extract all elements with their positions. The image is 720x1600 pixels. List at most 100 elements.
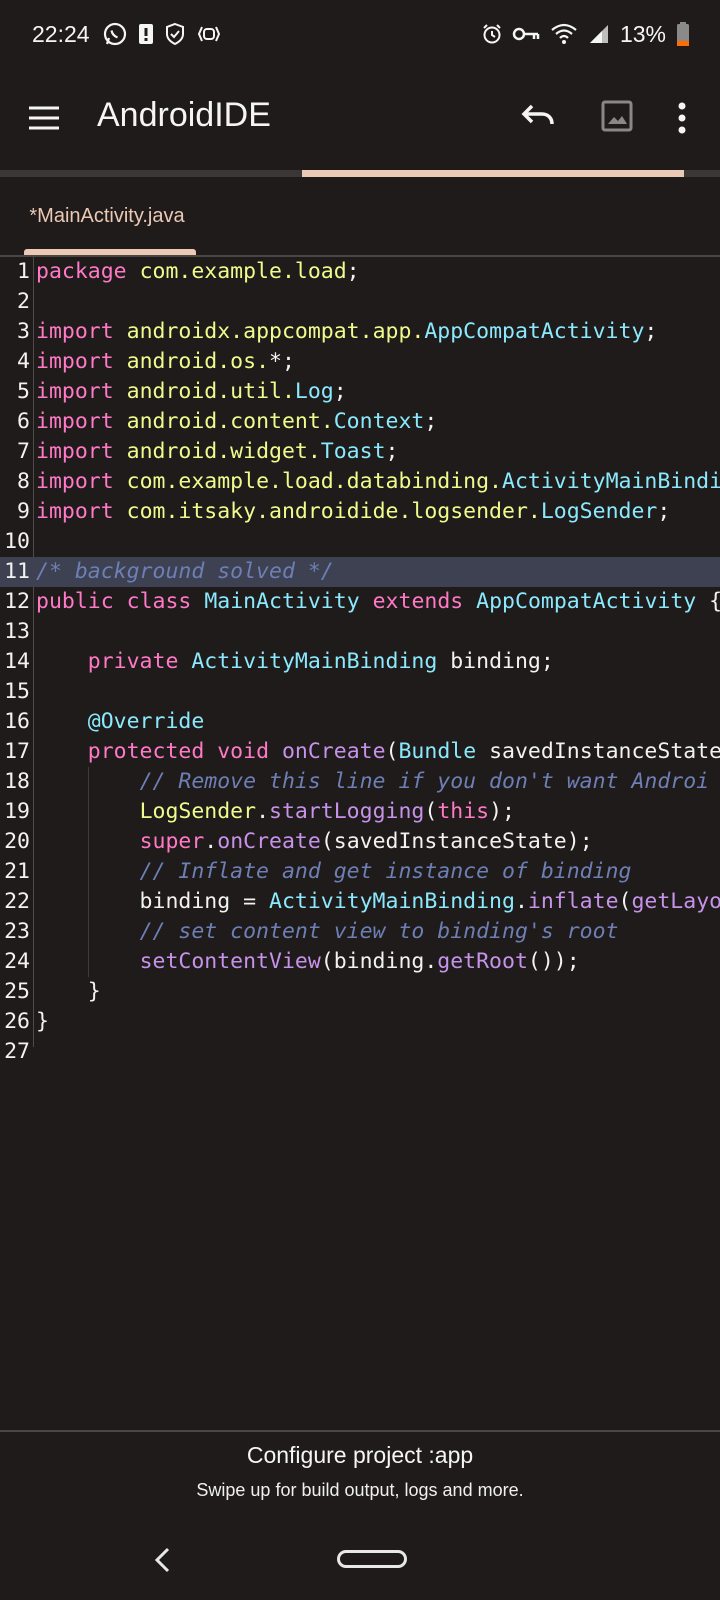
code-token: getLayo [631, 889, 720, 914]
code-text: import android.content.Context; [36, 407, 437, 437]
code-line[interactable]: 3 import androidx.appcompat.app.AppCompat… [0, 317, 720, 347]
home-button[interactable] [337, 1550, 407, 1568]
code-token: extends [372, 589, 464, 614]
code-line[interactable]: 9 import com.itsaky.androidide.logsender.… [0, 497, 720, 527]
code-line[interactable]: 21 // Inflate and get instance of bindin… [0, 857, 720, 887]
code-line[interactable]: 13 [0, 617, 720, 647]
line-number: 24 [4, 949, 30, 974]
line-number: 23 [4, 919, 30, 944]
signal-icon [588, 23, 610, 45]
code-text: } [36, 1007, 49, 1037]
more-vert-icon [678, 102, 686, 134]
battery-percent: 13% [619, 20, 666, 47]
code-text: import android.os.*; [36, 347, 295, 377]
code-line[interactable]: 4 import android.os.*; [0, 347, 720, 377]
build-status-text: Configure project :app [246, 1442, 474, 1468]
line-number: 10 [4, 529, 30, 554]
undo-icon [521, 104, 554, 125]
more-options-button[interactable] [668, 98, 696, 138]
vpn-key-icon [512, 25, 540, 43]
indent-guide [88, 767, 89, 977]
code-text: import com.itsaky.androidide.logsender.L… [36, 497, 670, 527]
line-number: 19 [4, 799, 30, 824]
code-line[interactable]: 25 } [0, 977, 720, 1007]
code-line[interactable]: 7 import android.widget.Toast; [0, 437, 720, 467]
code-line[interactable]: 5 import android.util.Log; [0, 377, 720, 407]
code-token: ( [385, 739, 399, 764]
code-token: import [36, 349, 114, 374]
line-number: 9 [17, 499, 30, 524]
code-editor[interactable]: 1 package com.example.load; 2 3 import andro… [0, 257, 720, 1427]
code-line[interactable]: 26} [0, 1007, 720, 1037]
line-number: 21 [4, 859, 30, 884]
code-token: class [126, 589, 192, 614]
code-line[interactable]: 18 // Remove this line if you don't want… [0, 767, 720, 797]
code-line[interactable]: 27 [0, 1037, 720, 1067]
code-line[interactable]: 19 LogSender.startLogging(this); [0, 797, 720, 827]
code-token: /* background solved */ [36, 559, 334, 584]
code-line[interactable]: 14 private ActivityMainBinding binding; [0, 647, 720, 677]
build-progress-bar [0, 170, 720, 177]
tab-mainactivity[interactable]: *MainActivity.java [18, 177, 196, 255]
line-number: 3 [17, 319, 30, 344]
line-number: 8 [17, 469, 30, 494]
code-line[interactable]: 10 [0, 527, 720, 557]
back-button[interactable] [150, 1545, 174, 1575]
code-text: protected void onCreate(Bundle savedInst… [36, 737, 720, 767]
code-token: import [36, 379, 114, 404]
preview-image-button[interactable] [600, 98, 634, 134]
code-token: ); [489, 799, 515, 824]
line-number: 1 [17, 259, 30, 284]
code-line[interactable]: 11/* background solved */ [0, 557, 720, 587]
menu-button[interactable] [26, 100, 62, 136]
code-line[interactable]: 24 setContentView(binding.getRoot()); [0, 947, 720, 977]
code-token: private [87, 649, 179, 674]
build-output-sheet[interactable]: Configure project :app Swipe up for buil… [0, 1430, 720, 1600]
code-line[interactable]: 1 package com.example.load; [0, 257, 720, 287]
code-token: import [36, 499, 114, 524]
code-token: setContentView [139, 949, 321, 974]
app-title: AndroidIDE [97, 96, 271, 134]
code-line[interactable]: 15 [0, 677, 720, 707]
line-number: 13 [4, 619, 30, 644]
undo-button[interactable] [518, 98, 558, 138]
code-token: ()); [527, 949, 580, 974]
code-token: Bundle [398, 739, 477, 764]
status-time: 22:24 [32, 20, 90, 47]
code-text: } [36, 977, 101, 1007]
app-bar: AndroidIDE [0, 68, 720, 172]
code-token: LogSender [540, 499, 658, 524]
code-line[interactable]: 2 [0, 287, 720, 317]
code-line[interactable]: 16 @Override [0, 707, 720, 737]
code-text: import androidx.appcompat.app.AppCompatA… [36, 317, 657, 347]
line-number: 20 [4, 829, 30, 854]
code-text: private ActivityMainBinding binding; [36, 647, 554, 677]
code-line[interactable]: 17 protected void onCreate(Bundle savedI… [0, 737, 720, 767]
code-token: Context [333, 409, 425, 434]
code-line[interactable]: 8 import com.example.load.databinding.Act… [0, 467, 720, 497]
code-line[interactable]: 12 public class MainActivity extends AppC… [0, 587, 720, 617]
code-line[interactable]: 20 super.onCreate(savedInstanceState); [0, 827, 720, 857]
build-hint-text: Swipe up for build output, logs and more… [196, 1480, 524, 1500]
code-line[interactable]: 22 binding = ActivityMainBinding.inflate… [0, 887, 720, 917]
code-token: // set content view to binding's root [139, 919, 619, 944]
build-progress-fill [302, 170, 684, 177]
code-token: // Inflate and get instance of binding [139, 859, 632, 884]
code-token: startLogging [269, 799, 425, 824]
tab-active-indicator [24, 249, 196, 255]
code-line[interactable]: 6 import android.content.Context; [0, 407, 720, 437]
line-number: 14 [4, 649, 30, 674]
code-text: binding = ActivityMainBinding.inflate(ge… [36, 887, 720, 917]
code-token: Log [294, 379, 334, 404]
code-token: LogSender [139, 799, 257, 824]
code-line[interactable]: 23 // set content view to binding's root [0, 917, 720, 947]
